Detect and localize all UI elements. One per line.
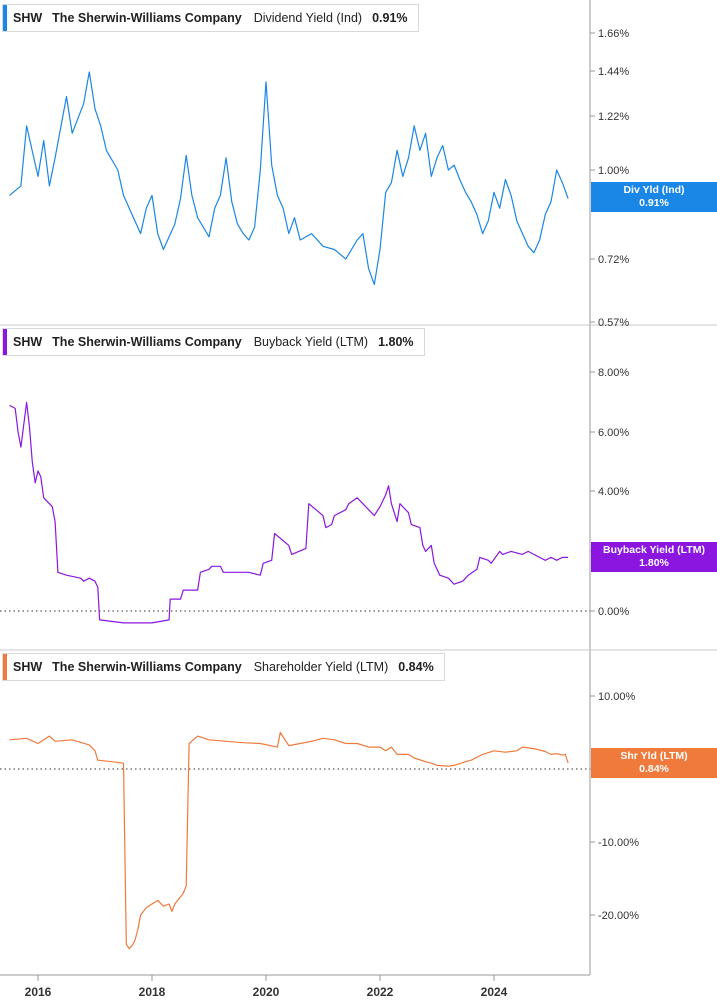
series-color-bar [3, 654, 7, 680]
x-tick-label: 2024 [481, 985, 508, 999]
y-tick-label: 1.66% [598, 28, 629, 40]
legend-value: 0.91% [372, 11, 408, 25]
current-value-badge-shareholder: Shr Yld (LTM) 0.84% [591, 748, 717, 778]
legend-company: The Sherwin-Williams Company [52, 11, 242, 25]
y-tick-label: 1.00% [598, 165, 629, 177]
y-tick-label: 10.00% [598, 691, 636, 703]
legend-metric: Buyback Yield (LTM) [253, 335, 369, 349]
y-tick-label: 0.72% [598, 254, 629, 266]
current-value-badge-dividend: Div Yld (Ind) 0.91% [591, 182, 717, 212]
legend-company: The Sherwin-Williams Company [52, 660, 242, 674]
badge-label: Buyback Yield (LTM) [603, 544, 705, 556]
y-tick-label: -10.00% [598, 837, 639, 849]
badge-value: 0.84% [639, 763, 669, 775]
y-tick-label: 0.00% [598, 606, 629, 618]
badge-label: Shr Yld (LTM) [620, 750, 688, 762]
y-tick-label: 6.00% [598, 427, 629, 439]
y-tick-label: 1.22% [598, 111, 629, 123]
series-line-shr [9, 731, 569, 950]
y-tick-label: 1.44% [598, 66, 629, 78]
legend-metric: Dividend Yield (Ind) [253, 11, 363, 25]
current-value-badge-buyback: Buyback Yield (LTM) 1.80% [591, 542, 717, 572]
x-tick-label: 2016 [25, 985, 52, 999]
legend-company: The Sherwin-Williams Company [52, 335, 242, 349]
x-tick-label: 2020 [253, 985, 280, 999]
chart-canvas: 1.66% 1.44% 1.22% 1.00% 0.72% 0.57% 8.00% 6.00%… [0, 0, 717, 999]
legend-dividend-yield: SHW The Sherwin-Williams Company Dividen… [2, 4, 419, 32]
legend-ticker: SHW [13, 11, 43, 25]
series-line-div [9, 71, 569, 286]
badge-value: 1.80% [639, 557, 669, 569]
y-tick-label: 4.00% [598, 486, 629, 498]
legend-metric: Shareholder Yield (LTM) [253, 660, 389, 674]
x-tick-label: 2022 [367, 985, 394, 999]
series-color-bar [3, 329, 7, 355]
x-tick-label: 2018 [139, 985, 166, 999]
badge-value: 0.91% [639, 197, 669, 209]
legend-ticker: SHW [13, 335, 43, 349]
y-tick-label: -20.00% [598, 910, 639, 922]
y-tick-label: 0.57% [598, 317, 629, 329]
legend-value: 0.84% [398, 660, 434, 674]
legend-ticker: SHW [13, 660, 43, 674]
series-line-buy [9, 401, 569, 624]
legend-value: 1.80% [378, 335, 414, 349]
series-color-bar [3, 5, 7, 31]
y-tick-label: 8.00% [598, 367, 629, 379]
legend-shareholder-yield: SHW The Sherwin-Williams Company Shareho… [2, 653, 445, 681]
badge-label: Div Yld (Ind) [623, 184, 685, 196]
legend-buyback-yield: SHW The Sherwin-Williams Company Buyback… [2, 328, 425, 356]
